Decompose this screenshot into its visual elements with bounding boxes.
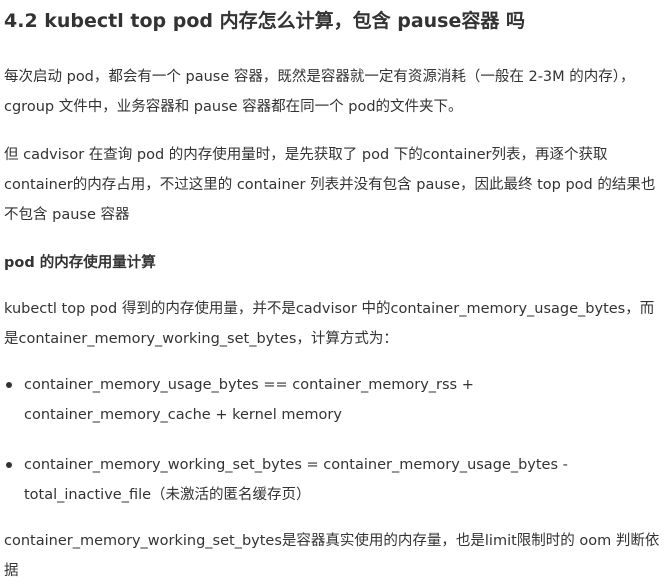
paragraph-pause-container: 每次启动 pod，都会有一个 pause 容器，既然是容器就一定有资源消耗（一般… xyxy=(4,69,635,115)
bullet-icon xyxy=(6,462,12,468)
paragraph-working-set: container_memory_working_set_bytes是容器真实使… xyxy=(4,533,660,579)
article-title: 4.2 kubectl top pod 内存怎么计算，包含 pause容器 吗 xyxy=(4,10,525,32)
article: 4.2 kubectl top pod 内存怎么计算，包含 pause容器 吗 … xyxy=(4,0,662,586)
list-item-text: container_memory_usage_bytes == containe… xyxy=(24,377,474,423)
list-item: container_memory_usage_bytes == containe… xyxy=(4,370,662,430)
paragraph-kubectl-top: kubectl top pod 得到的内存使用量，并不是cadvisor 中的c… xyxy=(4,301,655,347)
list-item: container_memory_working_set_bytes = con… xyxy=(4,450,662,510)
section-subheading: pod 的内存使用量计算 xyxy=(4,255,156,271)
list-item-text: container_memory_working_set_bytes = con… xyxy=(24,457,568,503)
bullet-icon xyxy=(6,382,12,388)
paragraph-cadvisor: 但 cadvisor 在查询 pod 的内存使用量时，是先获取了 pod 下的c… xyxy=(4,147,656,223)
formula-list: container_memory_usage_bytes == containe… xyxy=(4,370,662,510)
